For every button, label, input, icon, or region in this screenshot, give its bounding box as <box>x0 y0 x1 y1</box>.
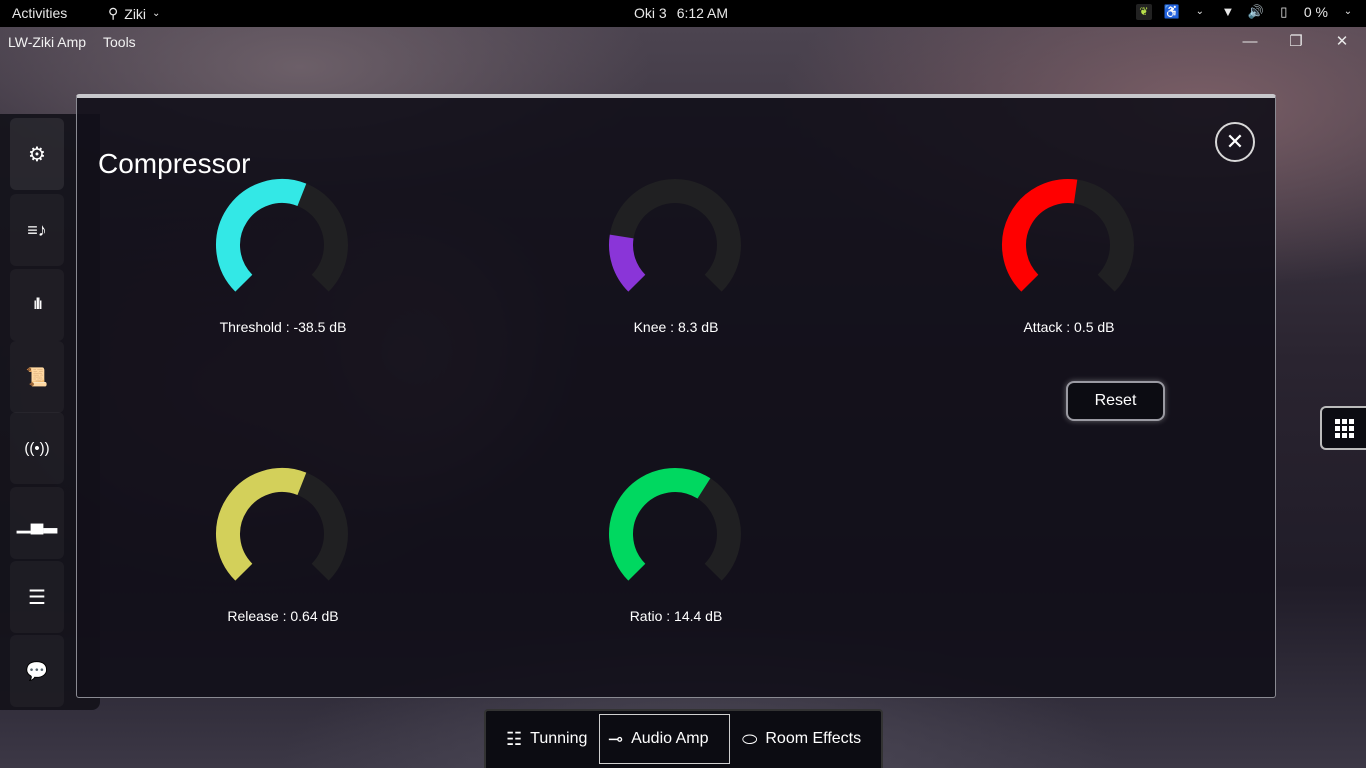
scroll-icon: 📜 <box>25 366 49 387</box>
sidebar-item-waveform[interactable]: ıllı <box>10 269 64 341</box>
menu-tools[interactable]: Tools <box>103 34 136 50</box>
knee-knob[interactable] <box>600 174 750 324</box>
release-label: Release : 0.64 dB <box>227 608 339 624</box>
waveform-icon: ıllı <box>33 296 43 313</box>
close-icon: ✕ <box>1225 129 1245 154</box>
feedback-icon: 💬 <box>25 660 49 681</box>
battery-icon: ▯ <box>1280 4 1288 19</box>
app-title-bar: LW-Ziki Amp Tools — ❐ ✕ <box>0 27 1366 57</box>
sliders-icon: ☰ <box>28 586 46 609</box>
tab-audio-amp[interactable]: ⊸ Audio Amp <box>599 714 730 764</box>
sidebar-item-sliders[interactable]: ☰ <box>10 561 64 633</box>
system-top-bar: Activities ⚲ Ziki ⌄ Oki 3 6:12 AM ❦ ♿ ⌄ … <box>0 0 1366 27</box>
ratio-label: Ratio : 14.4 dB <box>629 608 723 624</box>
sidebar-item-scroll[interactable]: 📜 <box>10 341 64 413</box>
attack-knob[interactable] <box>993 174 1143 324</box>
activities-button[interactable]: Activities <box>12 5 67 21</box>
close-dialog-button[interactable]: ✕ <box>1215 122 1255 162</box>
knob-value-arc <box>609 468 711 581</box>
battery-percent: 0 % <box>1303 4 1328 20</box>
playlist-icon: ≡♪ <box>27 219 47 240</box>
volume-icon: 🔊 <box>1247 4 1265 19</box>
grid-icon <box>1334 418 1354 438</box>
ratio-knob[interactable] <box>600 463 750 613</box>
compressor-dialog: Compressor ✕ Threshold : -38.5 dB Knee :… <box>76 94 1276 698</box>
system-tray[interactable]: ❦ ♿ ⌄ ▼ 🔊 ▯ 0 % ⌄ <box>1135 4 1356 20</box>
knob-value-arc <box>1002 179 1078 292</box>
chevron-down-icon: ⌄ <box>1343 6 1353 17</box>
sidebar-item-playlist[interactable]: ≡♪ <box>10 194 64 266</box>
knob-value-arc <box>216 179 307 292</box>
app-menu-label: Ziki <box>124 5 147 22</box>
close-window-icon[interactable]: ✕ <box>1332 32 1352 52</box>
bar-chart-icon: ▁▄▂ <box>16 512 58 533</box>
tab-tuning-label: Tunning <box>530 730 588 747</box>
knee-label: Knee : 8.3 dB <box>633 319 719 335</box>
chevron-down-icon: ⌄ <box>1195 6 1205 17</box>
tab-room-effects[interactable]: ⬭ Room Effects <box>734 714 869 764</box>
threshold-knob[interactable] <box>207 174 357 324</box>
sidebar-item-feedback[interactable]: 💬 <box>10 635 64 707</box>
sidebar-item-stats[interactable]: ▁▄▂ <box>10 487 64 559</box>
time-label: 6:12 AM <box>676 5 729 21</box>
attack-label: Attack : 0.5 dB <box>1023 319 1115 335</box>
gear-icon: ⚙ <box>28 143 46 166</box>
plug-icon: ⊸ <box>608 728 624 749</box>
sidebar-item-settings[interactable]: ⚙ <box>10 118 64 190</box>
tab-room-effects-label: Room Effects <box>765 730 862 747</box>
sliders-icon: ☷ <box>506 728 523 749</box>
workspace-label: Oki 3 <box>634 5 667 21</box>
window-title: LW-Ziki Amp <box>8 34 87 50</box>
threshold-label: Threshold : -38.5 dB <box>219 319 347 335</box>
reset-button[interactable]: Reset <box>1066 381 1165 421</box>
accessibility-icon[interactable]: ♿ <box>1164 4 1180 20</box>
broadcast-icon: ((•)) <box>24 439 50 457</box>
clock[interactable]: Oki 3 6:12 AM <box>634 5 728 21</box>
sidebar-item-broadcast[interactable]: ((•)) <box>10 412 64 484</box>
knob-value-arc <box>216 468 307 581</box>
tab-tuning[interactable]: ☷ Tunning <box>498 714 595 764</box>
wifi-icon: ▼ <box>1221 4 1235 19</box>
maximize-icon[interactable]: ❐ <box>1286 32 1306 52</box>
tab-audio-amp-label: Audio Amp <box>631 730 709 747</box>
release-knob[interactable] <box>207 463 357 613</box>
ellipse-icon: ⬭ <box>742 728 758 749</box>
knob-value-arc <box>609 234 646 292</box>
app-menu[interactable]: ⚲ Ziki ⌄ <box>108 5 160 22</box>
app-icon: ⚲ <box>108 5 119 21</box>
app-indicator-icon[interactable]: ❦ <box>1135 4 1152 20</box>
apps-grid-button[interactable] <box>1320 406 1366 450</box>
chevron-down-icon: ⌄ <box>152 8 161 19</box>
minimize-icon[interactable]: — <box>1240 32 1260 52</box>
bottom-tab-bar: ☷ Tunning ⊸ Audio Amp ⬭ Room Effects <box>484 709 883 768</box>
